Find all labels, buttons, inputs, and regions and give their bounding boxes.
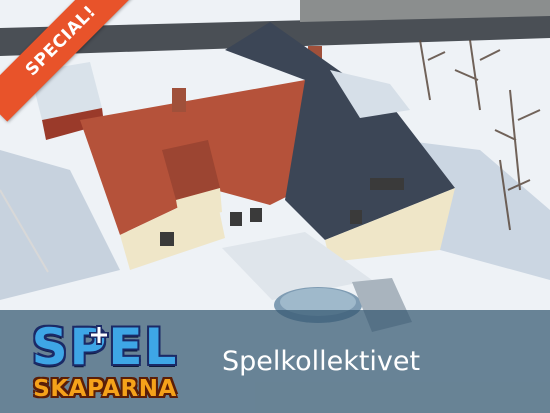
- page-title: Spelkollektivet: [222, 346, 421, 377]
- thumbnail: SPECIAL! SPEL SKAPARNA Spelkollektivet: [0, 0, 550, 413]
- spelskaparna-logo: SPEL SKAPARNA: [26, 318, 184, 406]
- plus-icon: [89, 325, 109, 345]
- logo-line-2: SKAPARNA: [33, 376, 177, 402]
